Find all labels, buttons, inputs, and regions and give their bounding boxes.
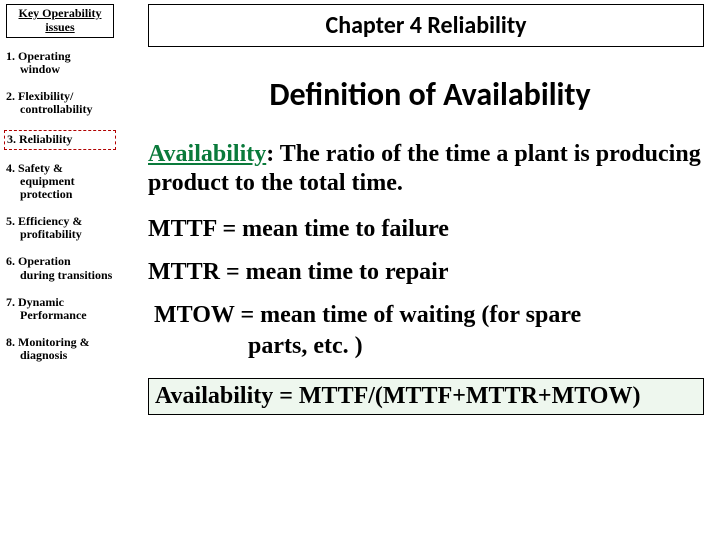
availability-formula-box: Availability = MTTF/(MTTF+MTTR+MTOW) [148,378,704,415]
sidebar-item-num: 1. [6,49,15,63]
definition-term: Availability [148,141,266,167]
sidebar-item-first: Operation [18,254,71,268]
sidebar-item-num: 4. [6,161,15,175]
sidebar-item-num: 3. [7,132,16,146]
mttf-line: MTTF = mean time to failure [148,216,712,243]
sidebar-item-rest: diagnosis [6,349,114,362]
sidebar-item-first: Dynamic [18,295,64,309]
sidebar-item-num: 2. [6,89,15,103]
chapter-title: Chapter 4 Reliability [326,11,527,40]
sidebar-item-first: Efficiency & [18,214,82,228]
sidebar-item-first: Monitoring & [18,335,90,349]
sidebar-item-rest: profitability [6,228,114,241]
sidebar-item-rest: controllability [6,103,114,116]
sidebar-item-rest: equipment protection [6,175,114,201]
mtow-line-1: MTOW = mean time of waiting (for spare [148,302,712,329]
chapter-title-box: Chapter 4 Reliability [148,4,704,47]
sidebar-item-6: 6. Operation during transitions [6,255,114,281]
availability-formula: Availability = MTTF/(MTTF+MTTR+MTOW) [155,383,640,409]
sidebar-item-num: 8. [6,335,15,349]
sidebar-item-num: 6. [6,254,15,268]
sidebar-item-7: 7. Dynamic Performance [6,296,114,322]
sidebar-item-rest: during transitions [6,269,114,282]
sidebar-item-first: Reliability [19,132,72,146]
sidebar-item-1: 1. Operating window [6,50,114,76]
sidebar-item-first: Flexibility/ [18,89,73,103]
sidebar-item-4: 4. Safety & equipment protection [6,162,114,202]
sidebar-title: Key Operability issues [6,4,114,38]
sidebar-item-rest: window [6,63,114,76]
mtow-line-2: parts, etc. ) [148,333,712,360]
sidebar-item-rest: Performance [6,309,114,322]
definition-paragraph: Availability: The ratio of the time a pl… [148,140,712,198]
sidebar-item-num: 7. [6,295,15,309]
mttr-line: MTTR = mean time to repair [148,259,712,286]
sidebar-item-first: Safety & [18,161,63,175]
sidebar-item-8: 8. Monitoring & diagnosis [6,336,114,362]
sidebar-item-3-current: 3. Reliability [4,130,116,149]
main-content: Chapter 4 Reliability Definition of Avai… [120,0,720,540]
sidebar-item-first: Operating [18,49,71,63]
sidebar-item-2: 2. Flexibility/ controllability [6,90,114,116]
sidebar-item-5: 5. Efficiency & profitability [6,215,114,241]
sidebar-item-num: 5. [6,214,15,228]
sidebar: Key Operability issues 1. Operating wind… [0,0,120,540]
page-heading: Definition of Availability [148,75,712,114]
